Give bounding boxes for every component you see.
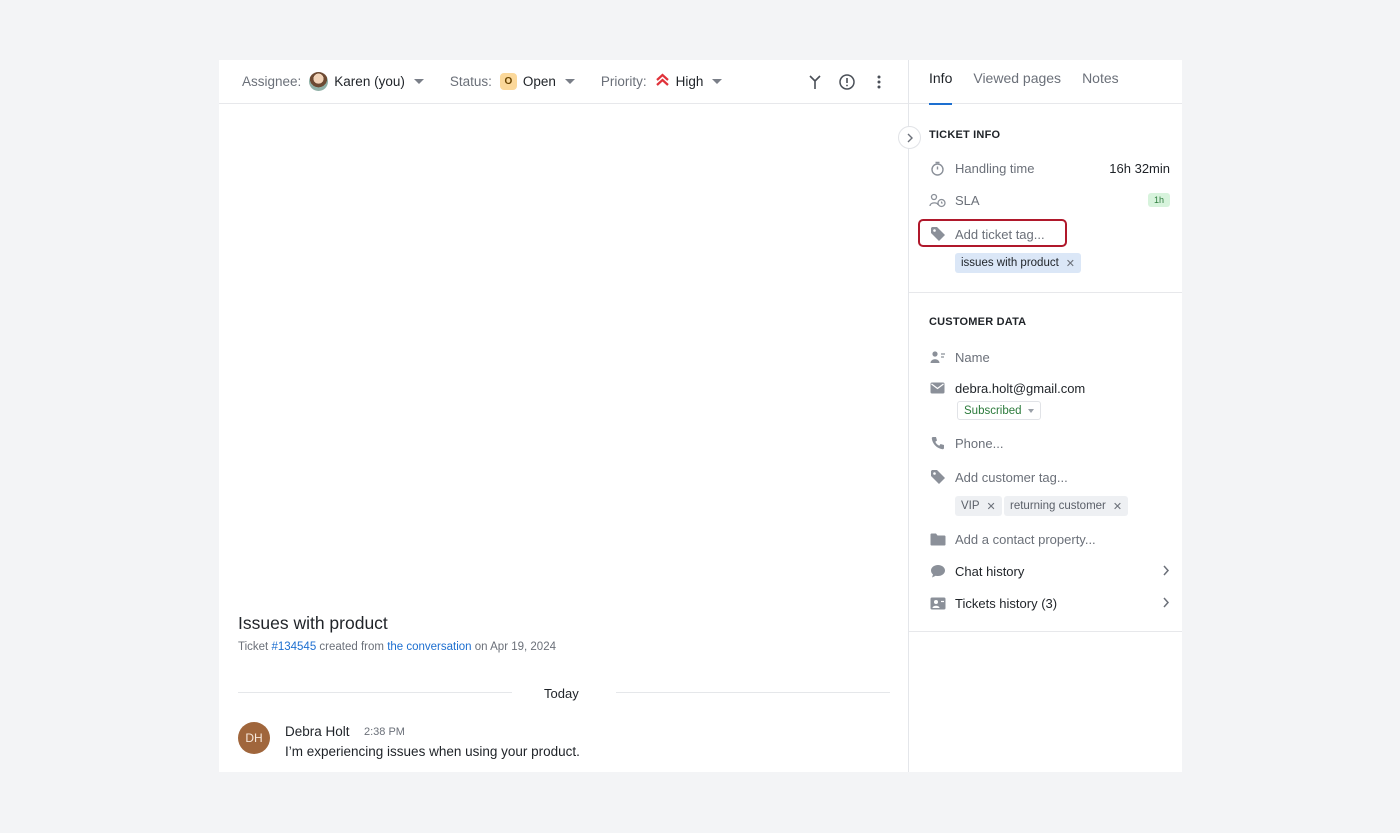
message-author: Debra Holt <box>285 724 350 739</box>
add-contact-property[interactable]: Add a contact property... <box>929 529 1170 549</box>
customer-phone-placeholder: Phone... <box>955 435 1004 451</box>
status-dropdown[interactable]: Status: O Open <box>450 73 575 90</box>
date-divider-right <box>616 692 890 693</box>
ticket-tag-chip: issues with product ✕ <box>955 253 1082 273</box>
tag-icon <box>929 469 946 486</box>
remove-tag-icon[interactable]: ✕ <box>1066 257 1075 270</box>
tab-notes[interactable]: Notes <box>1082 60 1119 104</box>
chevron-right-icon <box>1162 596 1170 611</box>
ticket-sub-prefix: Ticket <box>238 641 272 653</box>
collapse-sidebar-button[interactable] <box>898 126 921 149</box>
more-icon[interactable] <box>871 74 887 90</box>
assignee-avatar <box>309 72 329 91</box>
sla-badge: 1h <box>1147 193 1170 207</box>
tickets-history-row[interactable]: Tickets history (3) <box>929 593 1170 613</box>
phone-icon <box>929 435 946 452</box>
priority-value: High <box>675 74 704 89</box>
chevron-down-icon <box>1027 408 1034 413</box>
customer-name-placeholder: Name <box>955 349 990 365</box>
subscription-value: Subscribed <box>964 404 1022 417</box>
tickets-history-label: Tickets history (3) <box>955 595 1058 611</box>
status-label: Status: <box>449 74 492 89</box>
customer-tag-chip-returning: returning customer ✕ <box>1004 496 1129 516</box>
add-customer-tag-input[interactable]: Add customer tag... <box>929 467 1170 487</box>
ticket-main: Assignee: Karen (you) Status: O Open Pri… <box>219 60 921 772</box>
ticket-title: Issues with product <box>238 613 388 633</box>
alert-icon[interactable] <box>839 74 855 90</box>
message-text: I’m experiencing issues when using your … <box>285 744 580 759</box>
assignee-dropdown[interactable]: Assignee: Karen (you) <box>242 72 424 91</box>
ticket-sub-mid: created from <box>316 641 388 653</box>
sla-icon <box>929 192 946 209</box>
add-contact-property-label: Add a contact property... <box>955 531 1096 547</box>
ticket-sub-suffix: on Apr 19, 2024 <box>471 641 556 653</box>
date-divider-label: Today <box>544 686 579 701</box>
chevron-down-icon <box>413 79 424 84</box>
sidebar-tabs: Info Viewed pages Notes <box>909 60 1182 105</box>
priority-label: Priority: <box>600 74 647 89</box>
subscription-dropdown[interactable]: Subscribed <box>957 401 1041 420</box>
customer-tag-label: returning customer <box>1010 500 1106 512</box>
chat-history-label: Chat history <box>955 563 1025 579</box>
ticket-toolbar: Assignee: Karen (you) Status: O Open Pri… <box>219 60 908 104</box>
handling-time-value: 16h 32min <box>1109 160 1170 176</box>
section-divider <box>909 292 1182 293</box>
customer-email[interactable]: debra.holt@gmail.com <box>955 381 1085 396</box>
details-sidebar: Info Viewed pages Notes TICKET INFO Hand… <box>909 60 1182 772</box>
chat-history-row[interactable]: Chat history <box>929 561 1170 581</box>
status-badge: O <box>499 73 517 90</box>
tab-viewed-pages[interactable]: Viewed pages <box>973 60 1061 104</box>
tab-info[interactable]: Info <box>929 60 953 105</box>
assignee-value: Karen (you) <box>334 74 405 89</box>
status-value: Open <box>522 74 556 89</box>
section-divider <box>909 631 1182 632</box>
handling-time-label: Handling time <box>955 160 1035 176</box>
date-divider-left <box>238 692 512 693</box>
contact-card-icon <box>929 349 946 366</box>
customer-phone-field[interactable]: Phone... <box>929 433 1170 453</box>
assignee-label: Assignee: <box>242 74 302 89</box>
avatar: DH <box>238 722 270 754</box>
chevron-down-icon <box>712 79 723 84</box>
timer-icon <box>929 160 946 177</box>
ticket-icon <box>929 595 946 612</box>
customer-name-field[interactable]: Name <box>929 347 1170 367</box>
toolbar-actions <box>807 60 887 104</box>
chat-bubble-icon <box>929 563 946 580</box>
ticket-window: Assignee: Karen (you) Status: O Open Pri… <box>219 60 1182 772</box>
add-ticket-tag-input[interactable]: Add ticket tag... <box>929 224 1170 244</box>
chevron-right-icon <box>907 133 913 142</box>
customer-tag-label: VIP <box>961 500 980 512</box>
sla-label: SLA <box>955 192 980 208</box>
mail-icon <box>929 380 946 397</box>
handling-time-row: Handling time 16h 32min <box>929 158 1170 178</box>
ticket-info-title: TICKET INFO <box>929 129 1001 141</box>
add-customer-tag-placeholder: Add customer tag... <box>955 469 1068 485</box>
conversation-link[interactable]: the conversation <box>387 641 471 653</box>
add-ticket-tag-placeholder: Add ticket tag... <box>955 226 1045 242</box>
ticket-number-link[interactable]: #134545 <box>271 641 316 653</box>
customer-data-title: CUSTOMER DATA <box>929 316 1027 328</box>
ticket-tag-label: issues with product <box>961 257 1059 269</box>
merge-icon[interactable] <box>807 74 823 90</box>
chevron-down-icon <box>564 79 575 84</box>
sla-row: SLA 1h <box>929 190 1170 210</box>
ticket-subtitle: Ticket #134545 created from the conversa… <box>238 641 556 653</box>
customer-tag-chip-vip: VIP ✕ <box>955 496 1002 516</box>
remove-tag-icon[interactable]: ✕ <box>1113 500 1122 513</box>
customer-email-row: debra.holt@gmail.com <box>929 378 1170 398</box>
message-time: 2:38 PM <box>364 726 405 738</box>
priority-dropdown[interactable]: Priority: High <box>601 73 723 90</box>
chevron-right-icon <box>1162 564 1170 579</box>
remove-tag-icon[interactable]: ✕ <box>987 500 996 513</box>
folder-icon <box>929 531 946 548</box>
tag-icon <box>929 226 946 243</box>
priority-high-icon <box>655 73 670 90</box>
